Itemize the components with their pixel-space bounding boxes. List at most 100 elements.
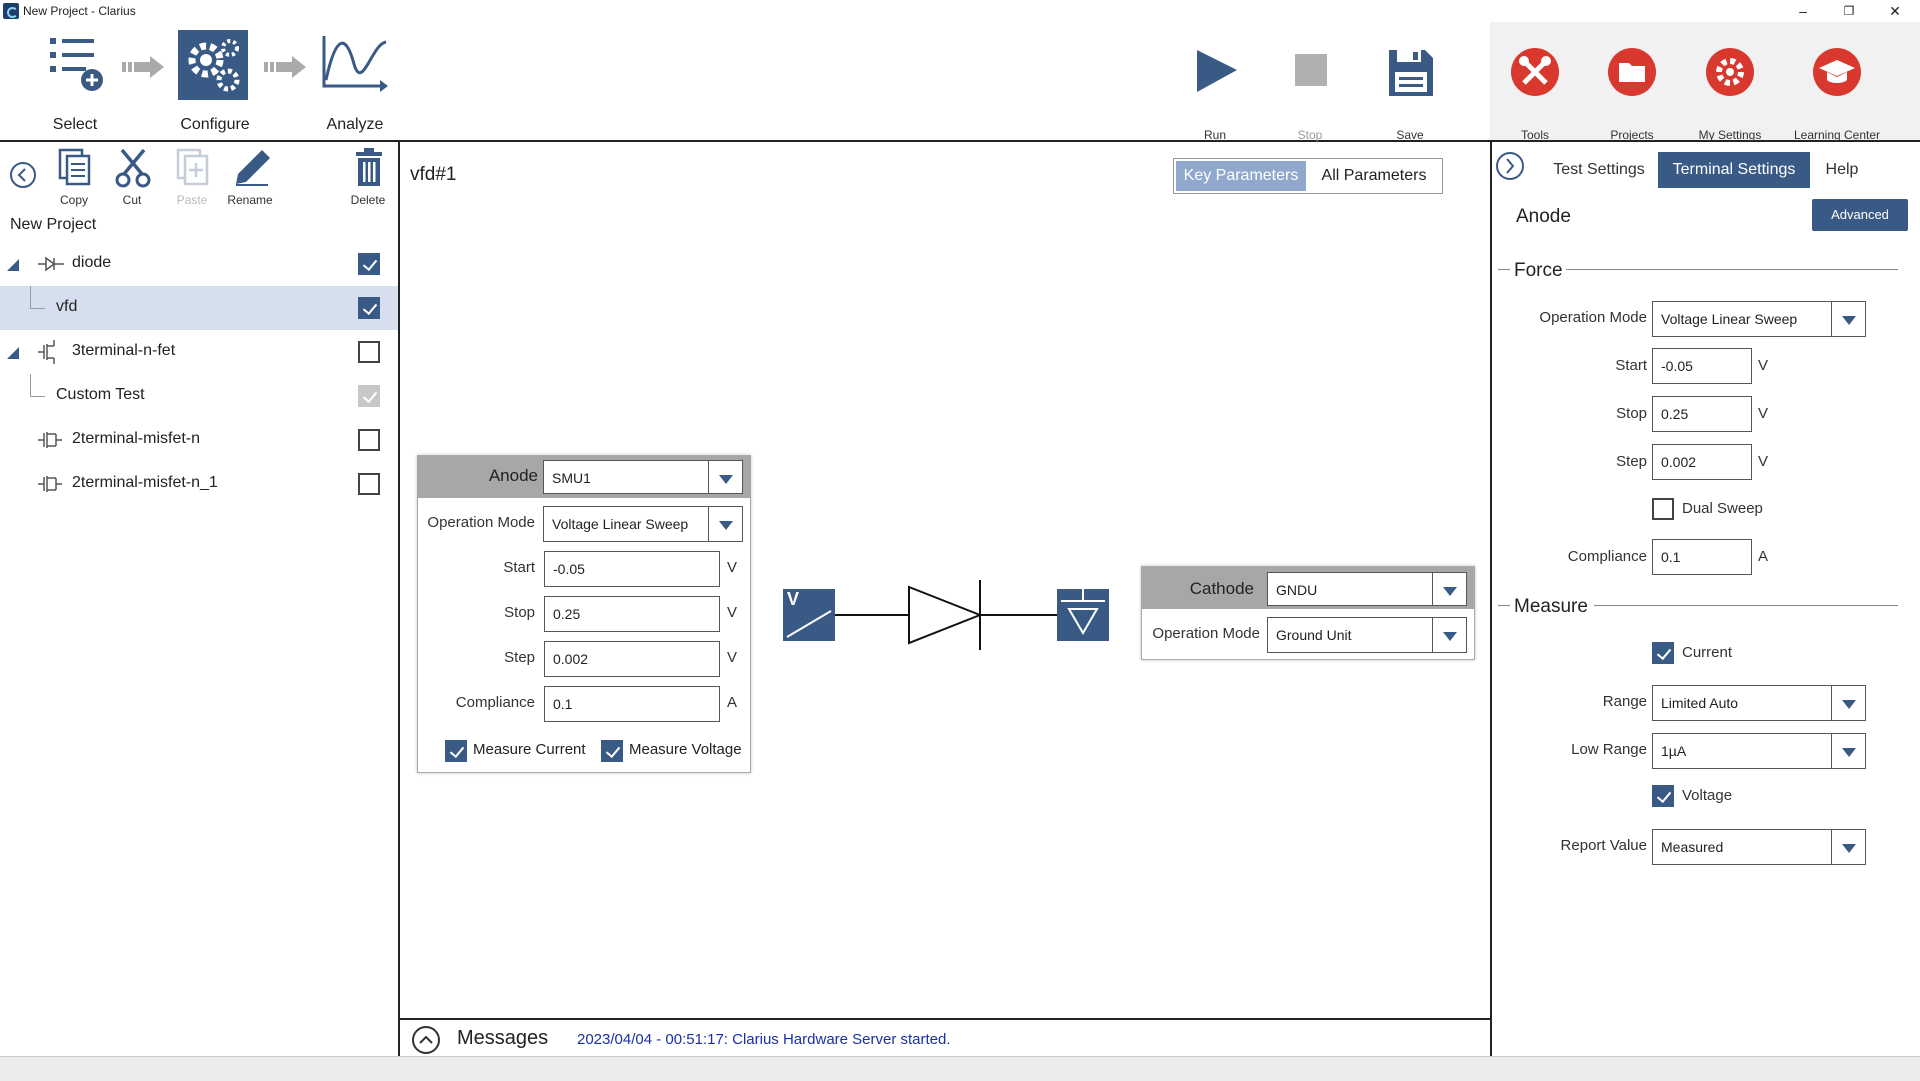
tree-item-checkbox[interactable]: [358, 385, 380, 407]
anode-stop-input[interactable]: 0.25: [544, 596, 720, 632]
projects-button[interactable]: Projects: [1587, 48, 1677, 142]
run-label: Run: [1203, 128, 1226, 142]
scissors-icon: [115, 148, 151, 188]
select-label: Select: [52, 116, 98, 133]
messages-title: Messages: [457, 1027, 549, 1049]
tree-item-3terminal-n-fet[interactable]: 3terminal-n-fet: [0, 330, 398, 374]
low-range-label: Low Range: [1571, 741, 1647, 758]
chevron-left-icon: [17, 168, 26, 182]
title-bar: New Project - Clarius – ❐ ✕: [0, 0, 1920, 22]
tree-item-checkbox[interactable]: [358, 473, 380, 495]
amp-unit: A: [1758, 548, 1769, 565]
paste-button[interactable]: Paste: [162, 148, 222, 207]
app-logo-icon: [3, 3, 19, 19]
volt-unit: V: [1758, 357, 1769, 374]
measure-current-checkbox[interactable]: [445, 740, 467, 762]
force-compliance-input[interactable]: 0.1: [1652, 539, 1752, 575]
tree-item-checkbox[interactable]: [358, 429, 380, 451]
tree-item-label: vfd: [56, 298, 78, 315]
misfet-device-icon: [38, 432, 62, 448]
stop-label: Stop: [1616, 405, 1647, 422]
copy-icon: [58, 148, 91, 186]
tree-item-checkbox[interactable]: [358, 253, 380, 275]
compliance-label: Compliance: [1567, 548, 1647, 565]
anode-operation-mode-select[interactable]: Voltage Linear Sweep: [543, 506, 743, 542]
force-step-input[interactable]: 0.002: [1652, 444, 1752, 480]
floppy-save-icon: [1389, 50, 1433, 96]
analyze-step-button[interactable]: Analyze: [300, 30, 410, 133]
range-select[interactable]: Limited Auto: [1652, 685, 1866, 721]
restore-button[interactable]: ❐: [1826, 0, 1872, 22]
tree-item-2terminal-misfet-n-1[interactable]: 2terminal-misfet-n_1: [0, 462, 398, 506]
anode-instrument-select[interactable]: SMU1: [543, 460, 743, 494]
force-start-input[interactable]: -0.05: [1652, 348, 1752, 384]
learning-center-label: Learning Center: [1793, 128, 1881, 142]
expand-triangle-icon[interactable]: [6, 346, 20, 360]
force-section-title: Force: [1514, 260, 1563, 281]
cathode-operation-mode-select[interactable]: Ground Unit: [1267, 617, 1467, 653]
rename-label: Rename: [227, 193, 273, 207]
anode-label: Anode: [488, 466, 538, 485]
expand-messages-button[interactable]: [412, 1026, 440, 1054]
delete-button[interactable]: Delete: [338, 148, 398, 207]
stop-label: Stop: [1297, 128, 1323, 142]
measure-voltage-checkbox[interactable]: [601, 740, 623, 762]
tree-item-custom-test[interactable]: Custom Test: [0, 374, 398, 418]
tree-item-checkbox[interactable]: [358, 297, 380, 319]
terminal-settings-panel: Test Settings Terminal Settings Help Ano…: [1492, 142, 1920, 1056]
run-button[interactable]: Run: [1170, 48, 1260, 142]
cathode-instrument-select[interactable]: GNDU: [1267, 572, 1467, 606]
tab-test-settings[interactable]: Test Settings: [1536, 152, 1662, 188]
close-button[interactable]: ✕: [1872, 0, 1918, 22]
ground-unit-icon[interactable]: [1057, 589, 1109, 641]
chevron-down-icon: [1831, 734, 1865, 768]
measure-current-checkbox[interactable]: [1652, 642, 1674, 664]
minimize-button[interactable]: –: [1780, 0, 1826, 22]
all-parameters-button[interactable]: All Parameters: [1308, 161, 1440, 191]
message-text: 2023/04/04 - 00:51:17: Clarius Hardware …: [577, 1031, 951, 1048]
key-parameters-button[interactable]: Key Parameters: [1176, 161, 1306, 191]
fet-device-icon: [38, 340, 55, 364]
dual-sweep-checkbox[interactable]: [1652, 498, 1674, 520]
report-value-select[interactable]: Measured: [1652, 829, 1866, 865]
tree-item-diode[interactable]: diode: [0, 242, 398, 286]
rename-button[interactable]: Rename: [220, 148, 280, 207]
my-settings-button[interactable]: My Settings: [1685, 48, 1775, 142]
learning-center-button[interactable]: Learning Center: [1782, 48, 1892, 142]
tab-help[interactable]: Help: [1814, 152, 1870, 188]
paste-icon: [176, 148, 209, 186]
chevron-down-icon: [708, 461, 742, 493]
collapse-panel-button[interactable]: [10, 162, 36, 188]
configuration-canvas: vfd#1 Key Parameters All Parameters Anod…: [400, 142, 1490, 1018]
expand-triangle-icon[interactable]: [6, 258, 20, 272]
tree-item-vfd[interactable]: vfd: [0, 286, 398, 330]
collapse-right-panel-button[interactable]: [1496, 152, 1524, 180]
force-operation-mode-select[interactable]: Voltage Linear Sweep: [1652, 301, 1866, 337]
amp-unit: A: [727, 694, 738, 711]
tree-item-2terminal-misfet-n[interactable]: 2terminal-misfet-n: [0, 418, 398, 462]
volt-unit: V: [727, 559, 738, 576]
tools-button[interactable]: Tools: [1490, 48, 1580, 142]
operation-mode-label: Operation Mode: [1152, 625, 1260, 642]
status-bar: [0, 1056, 1920, 1081]
copy-button[interactable]: Copy: [44, 148, 104, 207]
stop-button[interactable]: Stop: [1265, 48, 1355, 142]
anode-start-input[interactable]: -0.05: [544, 551, 720, 587]
advanced-button[interactable]: Advanced: [1812, 199, 1908, 231]
save-button[interactable]: Save: [1365, 48, 1455, 142]
anode-compliance-input[interactable]: 0.1: [544, 686, 720, 722]
tree-item-checkbox[interactable]: [358, 341, 380, 363]
select-step-button[interactable]: Select: [20, 30, 130, 133]
voltage-source-icon[interactable]: V: [783, 589, 835, 641]
operation-mode-label: Operation Mode: [427, 514, 535, 531]
low-range-select[interactable]: 1µA: [1652, 733, 1866, 769]
stop-label: Stop: [504, 604, 535, 621]
force-stop-input[interactable]: 0.25: [1652, 396, 1752, 432]
paste-label: Paste: [176, 193, 208, 207]
configure-step-button[interactable]: Configure: [160, 30, 270, 133]
measure-voltage-checkbox[interactable]: [1652, 785, 1674, 807]
tab-terminal-settings[interactable]: Terminal Settings: [1658, 152, 1810, 188]
volt-unit: V: [727, 604, 738, 621]
anode-step-input[interactable]: 0.002: [544, 641, 720, 677]
cut-button[interactable]: Cut: [102, 148, 162, 207]
